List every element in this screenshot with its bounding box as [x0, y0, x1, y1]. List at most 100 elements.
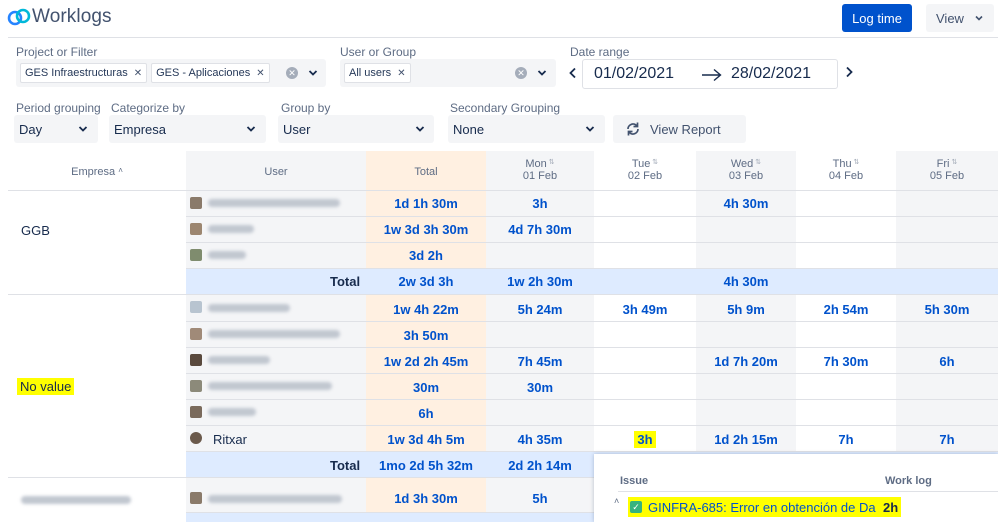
user-name: Ritxar — [213, 432, 247, 447]
cell-day[interactable]: 7h — [796, 432, 896, 447]
chevron-down-icon — [246, 126, 256, 132]
cell-day[interactable]: 7h 30m — [796, 354, 896, 369]
column-header-day[interactable]: Fri ⇅ 05 Feb — [896, 158, 998, 182]
popup-worklog-header: Work log — [885, 475, 932, 487]
cell-day[interactable]: 5h 30m — [896, 302, 998, 317]
project-tag-label: GES Infraestructuras — [25, 67, 128, 79]
group-name: No value — [17, 378, 75, 395]
cell-day[interactable]: 4h 30m — [696, 196, 796, 211]
secondary-grouping-select[interactable]: None — [448, 115, 605, 143]
user-name-redacted — [208, 304, 290, 312]
chevron-down-icon[interactable] — [308, 68, 318, 78]
secondary-grouping-label: Secondary Grouping — [450, 101, 561, 115]
date-range-picker[interactable]: 01/02/2021 28/02/2021 — [582, 59, 838, 89]
user-filter-select[interactable]: All users ✕ ✕ — [340, 59, 556, 87]
clear-selection-icon[interactable]: ✕ — [515, 67, 527, 79]
cell-day[interactable]: 6h — [896, 354, 998, 369]
chevron-down-icon[interactable] — [537, 68, 547, 78]
sort-asc-icon: ˄ — [118, 166, 123, 175]
view-button-label: View — [936, 10, 964, 26]
worklog-value[interactable]: 2h — [880, 497, 902, 517]
clear-selection-icon[interactable]: ✕ — [286, 67, 298, 79]
column-header-user[interactable]: User — [186, 166, 366, 178]
cell-day[interactable]: 4d 7h 30m — [486, 222, 594, 237]
view-report-button[interactable]: View Report — [613, 115, 746, 143]
day-date: 05 Feb — [929, 170, 965, 182]
user-name-redacted — [208, 495, 342, 503]
cell-total[interactable]: 30m — [366, 380, 486, 395]
subtotal-day: 2d 2h 14m — [508, 458, 572, 473]
project-tag: GES - Aplicaciones ✕ — [151, 63, 270, 83]
cell-day[interactable]: 3h — [594, 431, 696, 448]
row-divider — [186, 347, 998, 348]
categorize-by-select[interactable]: Empresa — [109, 115, 266, 143]
cell-total[interactable]: 1w 3d 4h 5m — [366, 432, 486, 447]
cell-day[interactable]: 7h — [896, 432, 998, 447]
cell-total[interactable]: 3d 2h — [366, 248, 486, 263]
subtotal-label: Total — [330, 274, 361, 289]
remove-tag-icon[interactable]: ✕ — [397, 68, 405, 79]
cell-total[interactable]: 1d 3h 30m — [366, 491, 486, 506]
day-date: 03 Feb — [728, 170, 764, 182]
user-tag: All users ✕ — [344, 63, 411, 83]
chevron-down-icon — [415, 126, 425, 132]
row-divider — [8, 190, 998, 191]
issue-link[interactable]: ✓ GINFRA-685: Error en obtención de Da — [628, 497, 880, 517]
cell-total[interactable]: 1w 4h 22m — [366, 302, 486, 317]
cell-day[interactable]: 1d 2h 15m — [696, 432, 796, 447]
day-of-week: Tue — [631, 158, 651, 170]
cell-total[interactable]: 6h — [366, 406, 486, 421]
remove-tag-icon[interactable]: ✕ — [134, 68, 142, 79]
issue-key-summary[interactable]: GINFRA-685: Error en obtención de Da — [648, 500, 876, 515]
project-tag-label: GES - Aplicaciones — [156, 67, 251, 79]
popup-issue-header: Issue — [620, 475, 649, 487]
user-name-redacted — [208, 251, 246, 259]
row-divider — [186, 242, 998, 243]
next-period-icon[interactable] — [844, 66, 854, 78]
column-header-day[interactable]: Thu ⇅ 04 Feb — [796, 158, 896, 182]
log-time-button[interactable]: Log time — [842, 4, 912, 32]
view-menu-button[interactable]: View — [926, 4, 994, 32]
cell-day-highlight[interactable]: 3h — [634, 431, 656, 448]
period-grouping-select[interactable]: Day — [14, 115, 98, 143]
period-grouping-label: Period grouping — [16, 101, 101, 115]
cell-day[interactable]: 3h — [486, 196, 594, 211]
cell-total[interactable]: 1w 2d 2h 45m — [366, 354, 486, 369]
column-header-empresa[interactable]: Empresa ˄ — [8, 166, 186, 178]
date-from[interactable]: 01/02/2021 — [594, 65, 674, 83]
avatar — [190, 492, 202, 504]
date-to[interactable]: 28/02/2021 — [731, 65, 811, 83]
cell-day[interactable]: 7h 45m — [486, 354, 594, 369]
cell-day[interactable]: 1d 7h 20m — [696, 354, 796, 369]
sort-icon: ⇅ — [650, 159, 659, 166]
secondary-grouping-value: None — [453, 121, 485, 137]
sort-icon: ⇅ — [753, 159, 762, 166]
row-divider — [186, 425, 998, 426]
remove-tag-icon[interactable]: ✕ — [256, 68, 264, 79]
row-divider — [186, 268, 998, 269]
cell-day[interactable]: 5h 9m — [696, 302, 796, 317]
cell-day[interactable]: 30m — [486, 380, 594, 395]
column-header-day[interactable]: Mon ⇅ 01 Feb — [486, 158, 594, 182]
day-date: 04 Feb — [828, 170, 864, 182]
cell-day[interactable]: 5h 24m — [486, 302, 594, 317]
group-by-value: User — [283, 121, 311, 137]
user-name-redacted — [208, 356, 270, 364]
previous-period-icon[interactable] — [568, 67, 578, 79]
cell-day[interactable]: 3h 49m — [594, 302, 696, 317]
subtotal-day: 4h 30m — [723, 274, 769, 289]
cell-total[interactable]: 1d 1h 30m — [366, 196, 486, 211]
cell-day[interactable]: 4h 35m — [486, 432, 594, 447]
cell-day[interactable]: 5h — [486, 491, 594, 506]
chevron-down-icon — [585, 126, 595, 132]
cell-total[interactable]: 1w 3d 3h 30m — [366, 222, 486, 237]
cell-total[interactable]: 3h 50m — [366, 328, 486, 343]
column-header-total[interactable]: Total — [366, 166, 486, 178]
column-header-day[interactable]: Tue ⇅ 02 Feb — [594, 158, 696, 182]
view-report-label: View Report — [650, 121, 721, 137]
project-filter-select[interactable]: GES Infraestructuras ✕ GES - Aplicaciones… — [16, 59, 326, 87]
expand-icon[interactable]: ˄ — [614, 496, 619, 506]
group-by-select[interactable]: User — [278, 115, 434, 143]
column-header-day[interactable]: Wed ⇅ 03 Feb — [696, 158, 796, 182]
cell-day[interactable]: 2h 54m — [796, 302, 896, 317]
